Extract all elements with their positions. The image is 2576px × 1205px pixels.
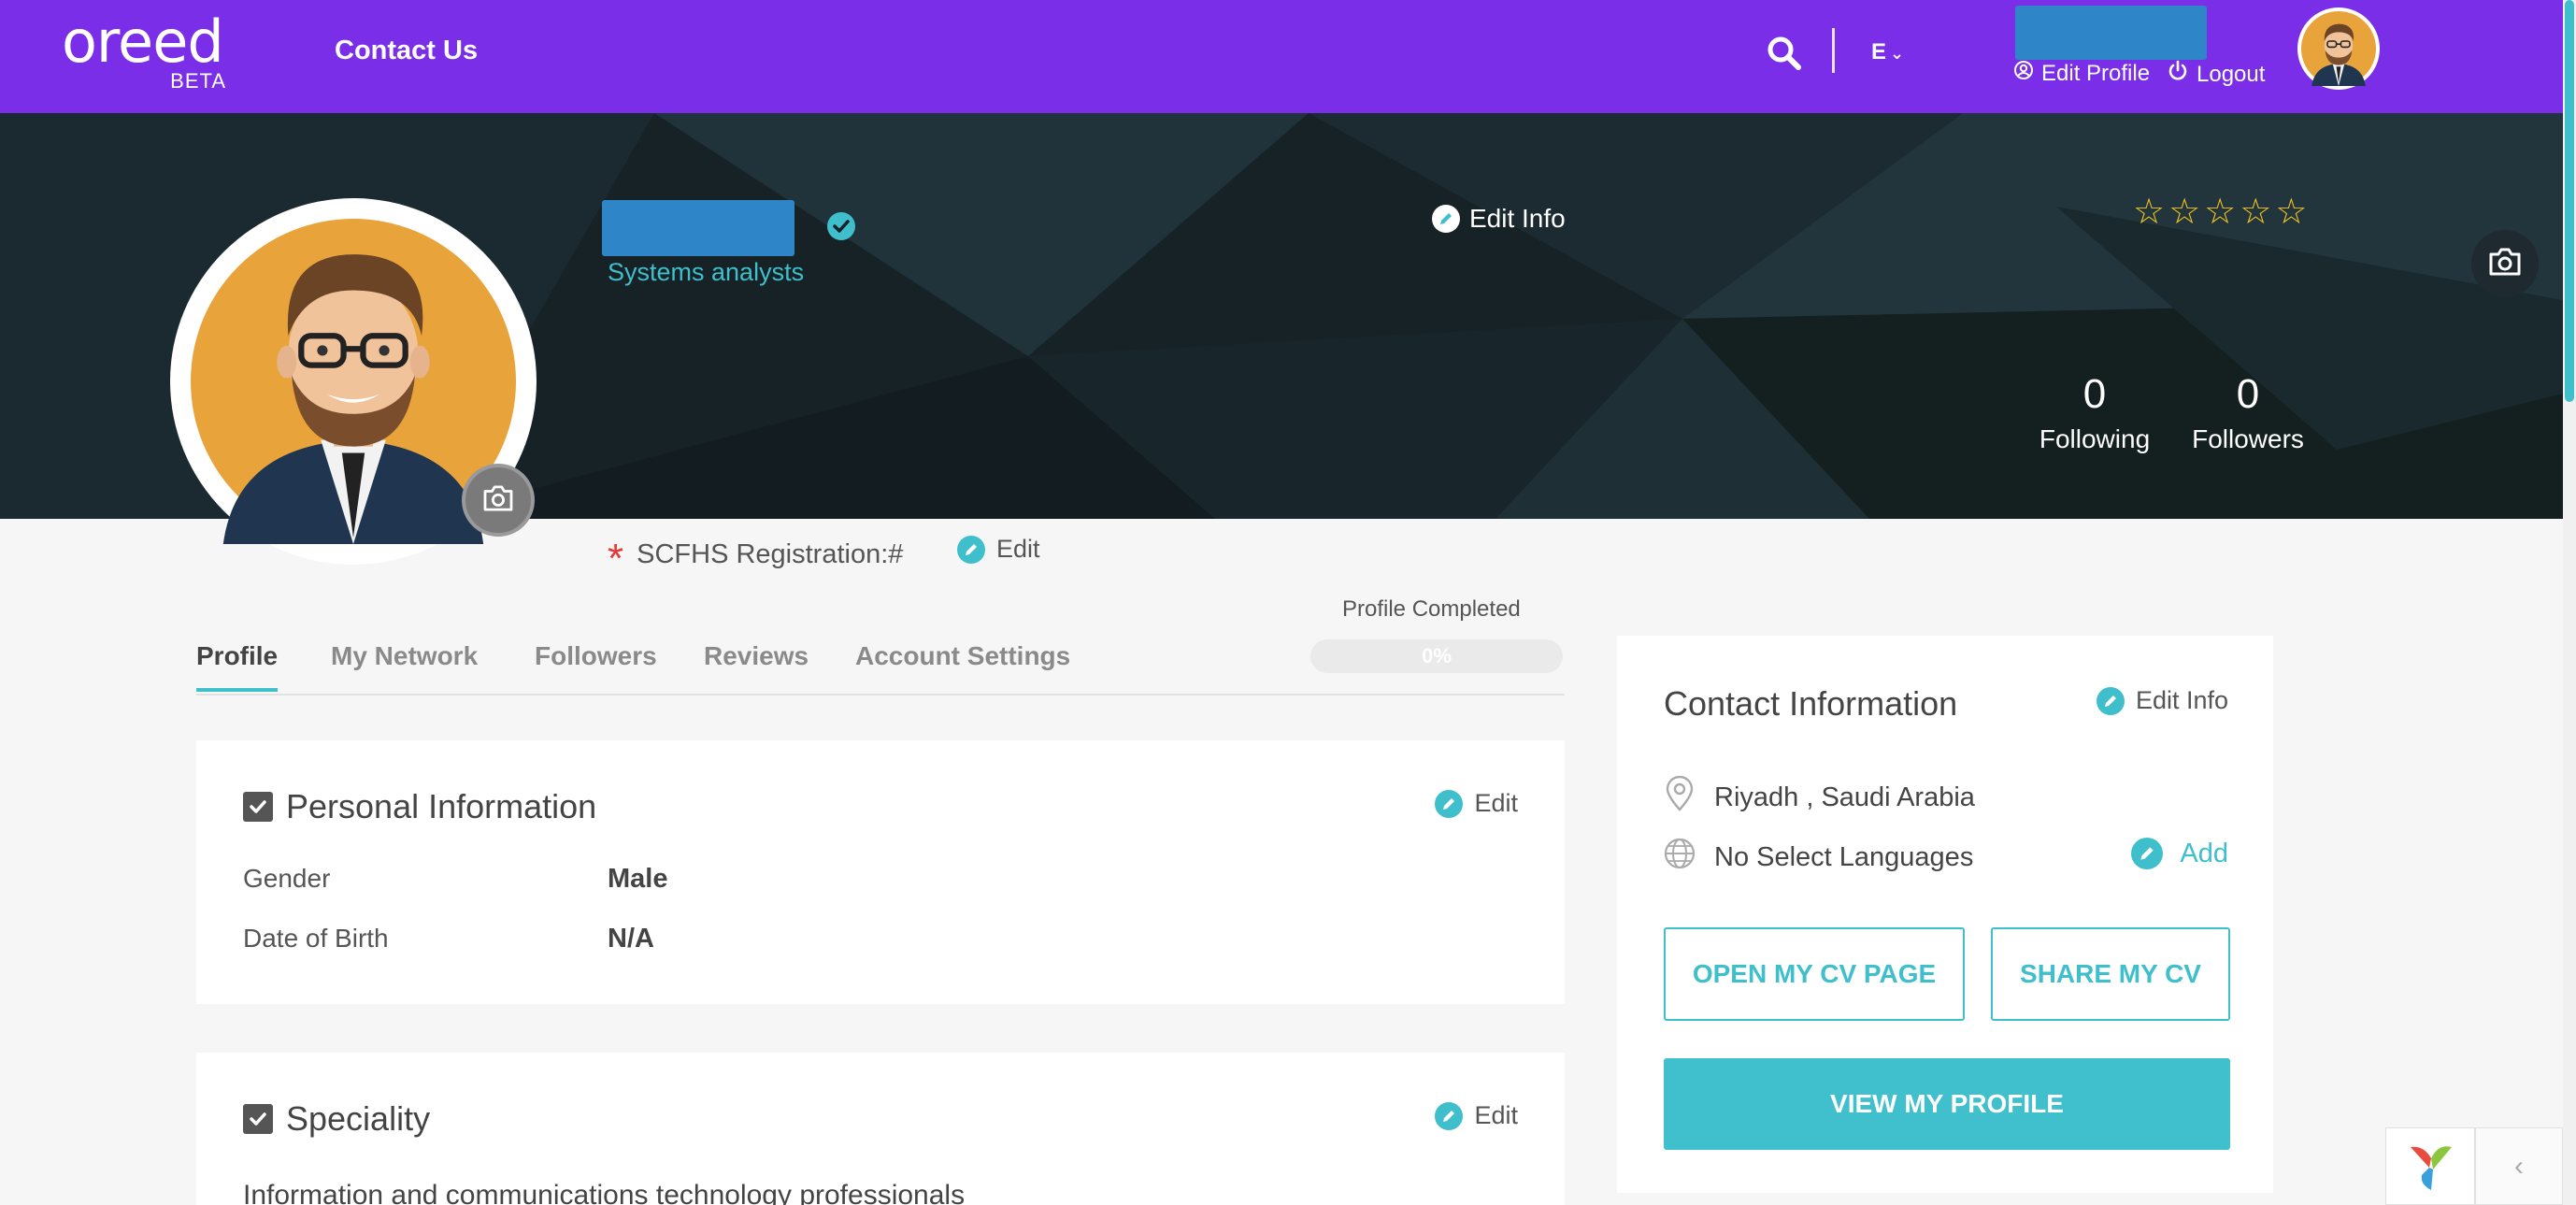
page-scrollbar[interactable] — [2563, 0, 2576, 1205]
star-outline-icon[interactable]: ☆ — [2275, 194, 2307, 230]
add-language-label: Add — [2180, 838, 2228, 868]
checkbox-checked-icon — [243, 1104, 273, 1134]
contact-location: Riyadh , Saudi Arabia — [1714, 782, 1975, 812]
cover-edit-info-button[interactable]: Edit Info — [1432, 204, 1566, 234]
star-outline-icon[interactable]: ☆ — [2133, 194, 2165, 230]
following-count: 0 — [2082, 371, 2107, 417]
pencil-icon — [2096, 686, 2125, 715]
power-icon — [2167, 60, 2189, 89]
tab-profile[interactable]: Profile — [196, 641, 279, 692]
tab-account-settings[interactable]: Account Settings — [855, 641, 1070, 671]
followers-count: 0 — [2236, 371, 2260, 417]
following-label: Following — [2039, 424, 2151, 453]
cover-camera-button[interactable] — [2471, 230, 2539, 297]
personal-information-card: Personal Information Edit Gender Male Da… — [196, 740, 1565, 1004]
followers-label: Followers — [2192, 424, 2304, 453]
share-my-cv-button[interactable]: SHARE MY CV — [1991, 927, 2230, 1021]
contact-information-card: Contact Information Edit Info Riyadh , S… — [1617, 636, 2273, 1193]
speciality-edit-button[interactable]: Edit — [1435, 1101, 1518, 1130]
contact-information-title: Contact Information — [1664, 684, 1958, 723]
debug-toolbar-collapse[interactable]: ‹ — [2475, 1127, 2563, 1205]
nav-divider — [1832, 28, 1835, 73]
language-dropdown[interactable]: E ⌄ — [1871, 39, 1904, 65]
scfhs-edit-label: Edit — [996, 535, 1040, 563]
pencil-icon — [957, 535, 985, 564]
speciality-card: Speciality Edit Information and communic… — [196, 1053, 1565, 1205]
language-label: E — [1871, 39, 1887, 65]
followers-stat[interactable]: 0 Followers — [2187, 374, 2309, 454]
contact-edit-info-button[interactable]: Edit Info — [2096, 686, 2228, 715]
pencil-icon — [1435, 789, 1464, 818]
profile-job-title: Systems analysts — [608, 258, 805, 286]
tab-my-network[interactable]: My Network — [331, 641, 478, 671]
dob-label: Date of Birth — [243, 924, 389, 953]
contact-languages-row: No Select Languages — [1664, 838, 1973, 877]
scfhs-label: SCFHS Registration:# — [637, 538, 904, 569]
tab-reviews[interactable]: Reviews — [704, 641, 809, 671]
chevron-down-icon: ⌄ — [1890, 44, 1905, 63]
scfhs-registration: * SCFHS Registration:# — [608, 529, 903, 580]
avatar-camera-button[interactable] — [462, 464, 535, 537]
contact-edit-label: Edit Info — [2135, 686, 2228, 714]
speciality-edit-label: Edit — [1474, 1101, 1518, 1129]
open-my-cv-page-button[interactable]: OPEN MY CV PAGE — [1664, 927, 1965, 1021]
verified-check-icon — [826, 211, 856, 241]
nav-username-redacted — [2015, 6, 2207, 60]
pencil-icon — [1435, 1101, 1464, 1130]
logout-label: Logout — [2197, 61, 2266, 87]
rating-stars: ☆ ☆ ☆ ☆ ☆ — [2133, 194, 2307, 230]
contact-location-row: Riyadh , Saudi Arabia — [1664, 775, 1975, 819]
search-icon[interactable] — [1767, 36, 1802, 71]
globe-icon — [1664, 838, 1696, 877]
logo-text: oreed — [62, 7, 224, 76]
profile-tabs: Profile My Network Followers Reviews Acc… — [196, 626, 1565, 696]
personal-edit-button[interactable]: Edit — [1435, 789, 1518, 818]
personal-information-title: Personal Information — [243, 787, 596, 826]
add-language-button[interactable]: Add — [2131, 838, 2228, 869]
speciality-title: Speciality — [243, 1099, 430, 1139]
contact-languages: No Select Languages — [1714, 841, 1974, 872]
checkbox-checked-icon — [243, 792, 273, 822]
scfhs-edit-button[interactable]: Edit — [957, 535, 1040, 564]
chevron-left-icon: ‹ — [2514, 1150, 2524, 1182]
speciality-text: Information and communications technolog… — [243, 1180, 966, 1205]
oreed-logo[interactable]: oreed BETA — [62, 7, 230, 93]
edit-info-label: Edit Info — [1469, 204, 1566, 233]
pencil-icon — [2131, 838, 2164, 869]
pencil-icon — [1432, 205, 1460, 233]
dob-value: N/A — [608, 924, 654, 954]
edit-profile-label: Edit Profile — [2041, 60, 2151, 86]
profile-name-redacted — [602, 200, 794, 256]
yii-logo-icon — [2411, 1145, 2452, 1190]
nav-logout-link[interactable]: Logout — [2167, 60, 2265, 89]
speciality-label: Speciality — [286, 1099, 431, 1138]
star-outline-icon[interactable]: ☆ — [2240, 194, 2271, 230]
nav-edit-profile-link[interactable]: Edit Profile — [2013, 60, 2150, 87]
yii-debug-logo[interactable] — [2385, 1127, 2475, 1205]
view-my-profile-button[interactable]: VIEW MY PROFILE — [1664, 1058, 2230, 1150]
tab-followers[interactable]: Followers — [535, 641, 657, 671]
gender-value: Male — [608, 864, 668, 894]
star-outline-icon[interactable]: ☆ — [2204, 194, 2236, 230]
profile-completed-label: Profile Completed — [1342, 596, 1521, 622]
nav-avatar[interactable] — [2297, 7, 2380, 90]
personal-edit-label: Edit — [1474, 789, 1518, 817]
camera-icon — [2488, 248, 2522, 280]
logo-beta: BETA — [170, 69, 226, 93]
following-stat[interactable]: 0 Following — [2034, 374, 2155, 454]
required-asterisk: * — [608, 536, 624, 581]
scrollbar-thumb[interactable] — [2565, 0, 2574, 402]
map-pin-icon — [1664, 775, 1696, 819]
nav-contact-us-link[interactable]: Contact Us — [335, 36, 478, 66]
camera-icon — [482, 484, 514, 516]
user-circle-icon — [2013, 60, 2034, 87]
star-outline-icon[interactable]: ☆ — [2168, 194, 2200, 230]
personal-information-label: Personal Information — [286, 787, 597, 825]
top-navbar: oreed BETA Contact Us E ⌄ Edit Profile Lo… — [0, 0, 2563, 113]
gender-label: Gender — [243, 864, 331, 893]
